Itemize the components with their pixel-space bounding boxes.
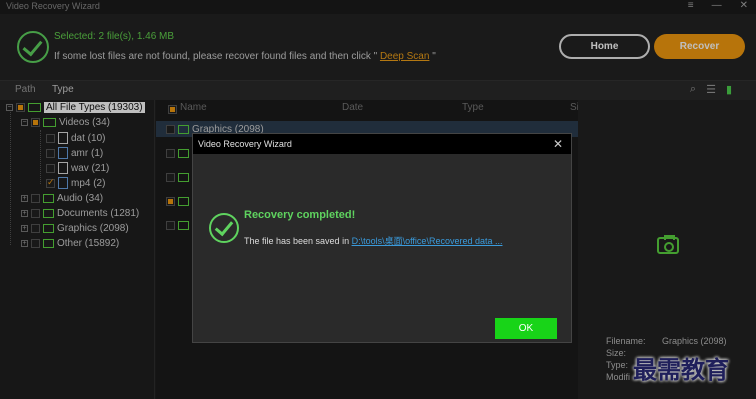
dialog-message: The file has been saved in D:\tools\桌面\o…: [244, 234, 502, 247]
ok-button[interactable]: OK: [495, 318, 557, 339]
dialog-titlebar: Video Recovery Wizard ✕: [193, 134, 571, 154]
dialog-heading: Recovery completed!: [244, 209, 356, 221]
check-circle-icon: [209, 213, 239, 243]
dialog-title: Video Recovery Wizard: [198, 139, 292, 149]
saved-path-link[interactable]: D:\tools\桌面\office\Recovered data ...: [352, 236, 503, 246]
message-text: The file has been saved in: [244, 236, 352, 246]
recovery-dialog: Video Recovery Wizard ✕ Recovery complet…: [192, 133, 572, 343]
close-icon[interactable]: ✕: [553, 134, 563, 154]
